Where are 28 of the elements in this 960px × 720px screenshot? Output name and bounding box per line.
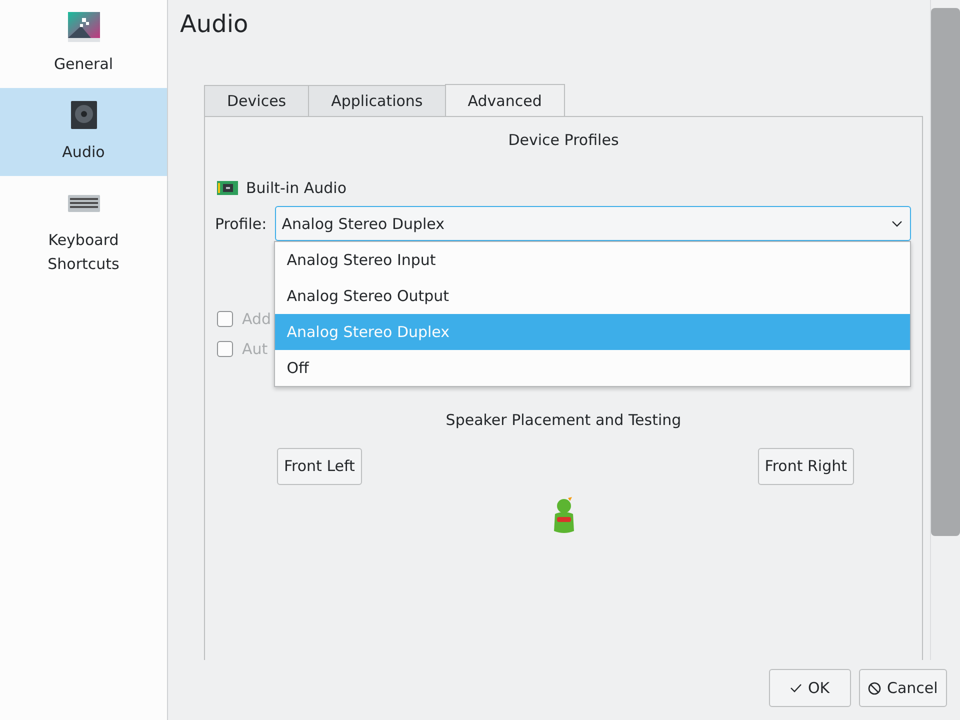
checkbox-label: Aut: [242, 340, 268, 358]
keyboard-icon: [68, 194, 100, 212]
sidebar-item[interactable]: Keyboard Shortcuts: [0, 176, 167, 288]
device-name: Built-in Audio: [246, 179, 347, 197]
check-icon: [790, 683, 802, 693]
sidebar-item[interactable]: General: [0, 0, 167, 88]
cancel-button[interactable]: Cancel: [859, 669, 947, 707]
speaker-test-button[interactable]: Front Left: [277, 448, 362, 485]
page-title: Audio: [179, 9, 250, 40]
cancel-icon: [868, 682, 881, 694]
section-heading: Speaker Placement and Testing: [444, 411, 682, 429]
menu-item[interactable]: Analog Stereo Output: [274, 278, 910, 314]
sound-card-icon: [217, 180, 238, 196]
speaker-test-button[interactable]: Front Right: [758, 448, 854, 485]
menu-item[interactable]: Analog Stereo Input: [274, 242, 910, 278]
speaker-icon: [70, 101, 96, 129]
checkbox-label: Add: [242, 310, 272, 328]
section-heading: Device Profiles: [507, 131, 620, 151]
tab[interactable]: Advanced: [444, 84, 565, 117]
sidebar-item[interactable]: Audio: [0, 88, 167, 176]
menu-item[interactable]: Off: [274, 350, 910, 386]
chevron-down-icon: [892, 220, 902, 226]
ok-button[interactable]: OK: [769, 669, 851, 707]
tab[interactable]: Applications: [308, 85, 446, 117]
tile-icon: [66, 12, 100, 42]
scrollbar-thumb[interactable]: [931, 8, 960, 536]
profile-label: Profile:: [215, 214, 267, 232]
tab[interactable]: Devices: [204, 85, 310, 117]
